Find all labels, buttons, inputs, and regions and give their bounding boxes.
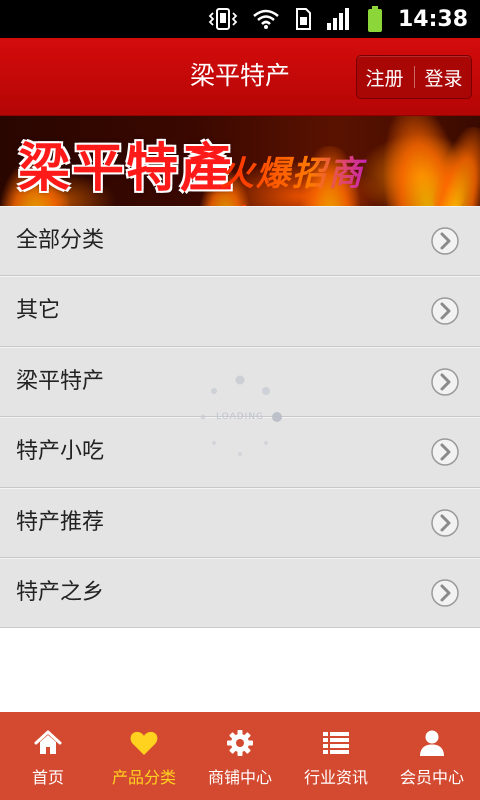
category-list: 全部分类 其它 梁平特产 特产小吃 特产推荐 特产之乡 bbox=[0, 206, 480, 629]
tab-label: 首页 bbox=[31, 768, 64, 787]
heart-icon bbox=[130, 731, 158, 755]
banner-slogan: 火爆招商中！！！ bbox=[220, 146, 480, 206]
wifi-icon bbox=[253, 9, 279, 29]
chevron-right-icon bbox=[431, 438, 459, 466]
list-item[interactable]: 特产之乡 bbox=[0, 557, 480, 629]
bottom-tab-bar: 首页 产品分类 商铺中心 行业资讯 会员中心 bbox=[0, 712, 480, 800]
list-item[interactable]: 特产小吃 bbox=[0, 417, 480, 488]
list-item-label: 梁平特产 bbox=[16, 368, 105, 394]
sim-card-icon bbox=[295, 8, 311, 30]
user-icon bbox=[420, 730, 444, 756]
tab-label: 行业资讯 bbox=[303, 768, 368, 787]
register-button[interactable]: 注册 bbox=[365, 64, 403, 91]
chevron-right-icon bbox=[431, 579, 459, 607]
banner[interactable]: 梁平特產 火爆招商中！！！ bbox=[0, 116, 480, 206]
divider bbox=[413, 66, 415, 88]
battery-icon bbox=[367, 6, 382, 32]
list-item-label: 特产推荐 bbox=[16, 509, 105, 535]
list-item[interactable]: 特产推荐 bbox=[0, 487, 480, 558]
tab-shop-center[interactable]: 商铺中心 bbox=[192, 712, 288, 800]
tab-member-center[interactable]: 会员中心 bbox=[384, 712, 480, 800]
list-item-label: 其它 bbox=[16, 298, 61, 324]
list-item-label: 特产小吃 bbox=[16, 439, 105, 465]
chevron-right-icon bbox=[431, 297, 459, 326]
tab-home[interactable]: 首页 bbox=[0, 712, 96, 800]
chevron-right-icon bbox=[431, 508, 459, 537]
auth-buttons: 注册 登录 bbox=[356, 55, 472, 99]
vibrate-icon bbox=[208, 8, 238, 30]
tab-industry-news[interactable]: 行业资讯 bbox=[288, 712, 384, 800]
list-item[interactable]: 梁平特产 bbox=[0, 346, 480, 418]
list-item-label: 特产之乡 bbox=[16, 579, 105, 605]
clock: 14:38 bbox=[397, 6, 468, 32]
status-bar: 14:38 bbox=[0, 0, 480, 38]
chevron-right-icon bbox=[431, 227, 459, 255]
tab-label: 会员中心 bbox=[399, 768, 464, 787]
list-item[interactable]: 其它 bbox=[0, 276, 480, 347]
header: 梁平特产 注册 登录 bbox=[0, 38, 480, 116]
gear-icon bbox=[227, 730, 253, 756]
list-icon bbox=[323, 732, 349, 754]
tab-label: 产品分类 bbox=[111, 768, 176, 787]
login-button[interactable]: 登录 bbox=[425, 64, 463, 91]
banner-title: 梁平特產 bbox=[18, 138, 235, 199]
list-item-label: 全部分类 bbox=[16, 228, 105, 253]
tab-label: 商铺中心 bbox=[207, 768, 272, 787]
chevron-right-icon bbox=[431, 368, 459, 396]
home-icon bbox=[34, 730, 62, 754]
signal-icon bbox=[326, 8, 349, 30]
list-item[interactable]: 全部分类 bbox=[0, 206, 480, 277]
tab-product-categories[interactable]: 产品分类 bbox=[96, 712, 192, 800]
